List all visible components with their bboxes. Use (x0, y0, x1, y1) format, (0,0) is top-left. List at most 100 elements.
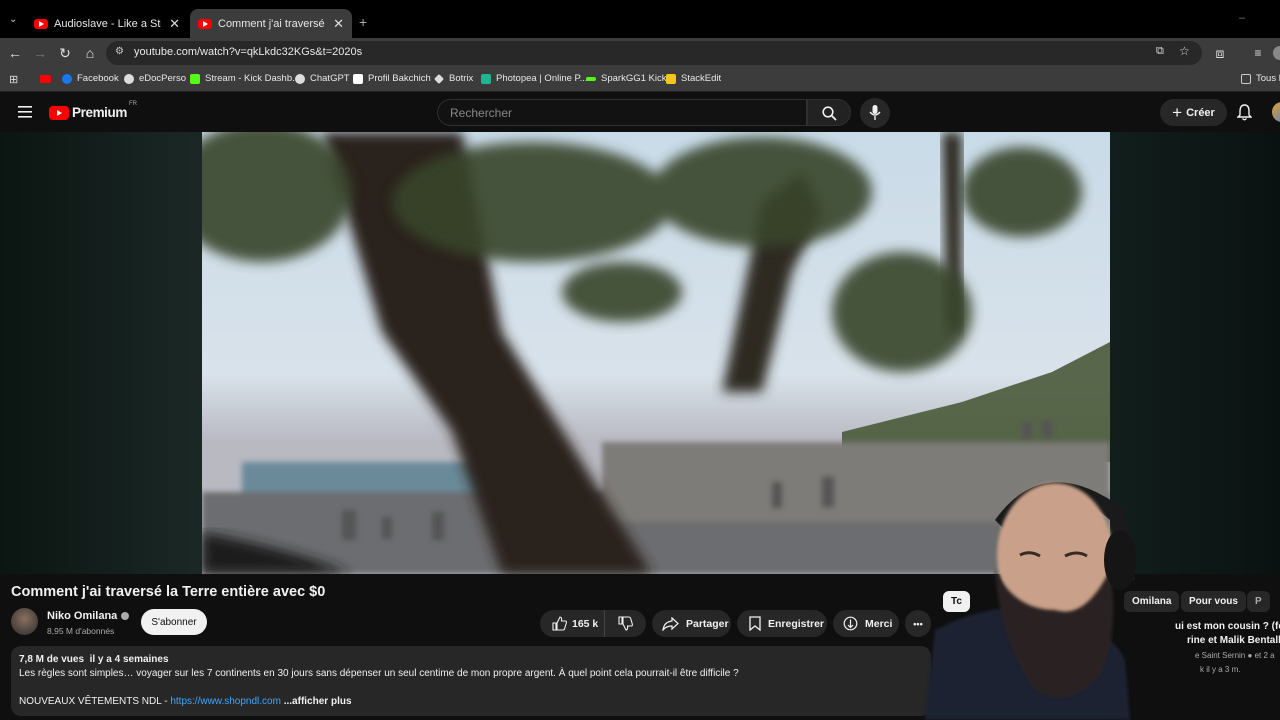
bookmark-label: Facebook (77, 73, 119, 84)
description-box[interactable]: 7,8 M de vues il y a 4 semaines Les règl… (11, 646, 931, 716)
voice-search-button[interactable] (860, 98, 890, 128)
chip-for-you[interactable]: Pour vous (1181, 591, 1246, 612)
youtube-logo-icon (49, 105, 69, 120)
bookmark-sparkgg1-kick[interactable]: SparkGG1 Kick (586, 73, 666, 84)
new-tab-icon[interactable]: + (359, 14, 367, 30)
recommended-title-2: rine et Malik Bentalha (1187, 635, 1280, 646)
super-thanks-icon (843, 616, 858, 631)
stackedit-icon (666, 73, 676, 84)
youtube-favicon-icon (34, 18, 48, 29)
notifications-bell-icon[interactable] (1237, 104, 1252, 121)
like-dislike-group: 165 k (540, 610, 646, 637)
bookmark-label: Profil Bakchich (368, 73, 431, 84)
chatgpt-icon (295, 73, 305, 84)
search-button[interactable] (807, 99, 851, 126)
tab-close-icon[interactable]: ✕ (169, 16, 180, 32)
photopea-icon (481, 73, 491, 84)
create-label: Créer (1186, 106, 1215, 119)
youtube-premium-logo[interactable]: Premium FR (49, 101, 137, 120)
tab-comment-jai-traverse[interactable]: Comment j'ai traversé la Terre e ✕ (190, 9, 352, 38)
bookmark-botrix[interactable]: Botrix (434, 73, 473, 84)
description-line-1: Les règles sont simples… voyager sur les… (19, 668, 739, 679)
description-prefix: NOUVEAUX VÊTEMENTS NDL - (19, 696, 171, 707)
recommended-channel: e Saint Sernin (1195, 651, 1246, 660)
bookmark-photopea[interactable]: Photopea | Online P... (481, 73, 588, 84)
chip-label: Pour vous (1189, 596, 1238, 607)
dislike-button[interactable] (605, 610, 646, 637)
save-button[interactable]: Enregistrer (737, 610, 827, 637)
bookmark-stream-kick[interactable]: Stream - Kick Dashb... (190, 73, 300, 84)
subscribe-button[interactable]: S'abonner (141, 609, 207, 635)
view-stats: 7,8 M de vues il y a 4 semaines (19, 654, 169, 665)
tab-audioslave[interactable]: Audioslave - Like a Stone (Offic ✕ (26, 9, 188, 38)
chip-next[interactable]: P (1247, 591, 1270, 612)
bookmark-edocperso[interactable]: eDocPerso (124, 73, 186, 84)
logo-text: Premium (72, 105, 127, 120)
forward-icon[interactable]: → (31, 44, 49, 62)
bookmark-label: Photopea | Online P... (496, 73, 588, 84)
profile-avatar[interactable] (1273, 46, 1280, 60)
bookmark-label: Stream - Kick Dashb... (205, 73, 301, 84)
bookmark-label: eDocPerso (139, 73, 186, 84)
hamburger-menu-icon[interactable] (18, 106, 32, 118)
youtube-bookmark-icon[interactable] (40, 75, 51, 83)
bookmark-icon (749, 616, 761, 631)
site-info-icon[interactable]: ⚙ (115, 46, 124, 57)
description-line-2: NOUVEAUX VÊTEMENTS NDL - https://www.sho… (19, 696, 352, 707)
url-text: youtube.com/watch?v=qkLkdc32KGs&t=2020s (134, 46, 363, 58)
recommended-video-item[interactable]: ui est mon cousin ? (fea rine et Malik B… (1140, 618, 1280, 678)
tab-title: Audioslave - Like a Stone (Offic (54, 17, 161, 30)
search-icon (822, 106, 837, 121)
channel-avatar[interactable] (11, 608, 38, 635)
address-bar[interactable]: ⚙ youtube.com/watch?v=qkLkdc32KGs&t=2020… (106, 41, 1202, 65)
share-button[interactable]: Partager (652, 610, 731, 637)
streamer-webcam-image (925, 482, 1136, 720)
chip-label: P (1255, 596, 1262, 607)
reload-icon[interactable]: ↻ (56, 44, 74, 62)
search-placeholder: Rechercher (450, 106, 513, 120)
kick-icon (586, 76, 596, 81)
apps-grid-icon[interactable]: ⊞ (9, 73, 18, 86)
all-bookmarks-folder[interactable]: Tous l (1241, 73, 1280, 84)
subscriber-count: 8,95 M d'abonnés (47, 626, 115, 636)
recommended-meta: e Saint Sernin ● et 2 a (1195, 651, 1275, 660)
reading-list-icon[interactable]: ≡ (1249, 44, 1267, 62)
shop-link[interactable]: https://www.shopndl.com (170, 696, 281, 707)
verified-icon: ● (1247, 651, 1253, 660)
install-app-icon[interactable]: ⧉ (1156, 45, 1164, 58)
thumbs-up-icon (552, 616, 567, 631)
globe-icon (124, 73, 134, 84)
verified-check-icon (121, 612, 130, 620)
thanks-label: Merci (865, 617, 893, 630)
webcam-overlay (905, 460, 1145, 720)
view-count: 7,8 M de vues (19, 654, 85, 665)
home-icon[interactable]: ⌂ (81, 44, 99, 62)
search-input[interactable]: Rechercher (437, 99, 807, 126)
thanks-button[interactable]: Merci (833, 610, 899, 637)
kick-icon (190, 73, 200, 84)
minimize-window-icon[interactable]: – (1239, 12, 1245, 24)
share-label: Partager (686, 617, 729, 630)
bookmark-stackedit[interactable]: StackEdit (666, 73, 721, 84)
thumbs-down-icon (618, 616, 633, 631)
bakchich-icon (353, 73, 363, 84)
show-more-link[interactable]: ...afficher plus (284, 696, 352, 707)
botrix-icon (434, 73, 444, 84)
subscribe-label: S'abonner (151, 616, 197, 628)
bookmark-star-icon[interactable]: ☆ (1179, 44, 1190, 58)
extensions-icon[interactable]: ⧈ (1211, 44, 1229, 62)
bookmark-label: ChatGPT (310, 73, 350, 84)
account-avatar[interactable] (1272, 102, 1280, 122)
recommended-title-1: ui est mon cousin ? (fea (1175, 621, 1280, 632)
create-button[interactable]: + Créer (1160, 99, 1227, 126)
channel-name[interactable]: Niko Omilana (47, 610, 117, 622)
like-button[interactable]: 165 k (540, 610, 605, 637)
tab-close-icon[interactable]: ✕ (333, 16, 344, 32)
bookmark-facebook[interactable]: Facebook (62, 73, 119, 84)
tab-list-chevron-icon[interactable]: ⌄ (9, 14, 17, 25)
bookmark-chatgpt[interactable]: ChatGPT (295, 73, 350, 84)
back-icon[interactable]: ← (6, 44, 24, 62)
youtube-favicon-icon (198, 18, 212, 29)
bookmark-profil-bakchich[interactable]: Profil Bakchich (353, 73, 431, 84)
youtube-header: Premium FR Rechercher + Créer (0, 93, 1280, 132)
